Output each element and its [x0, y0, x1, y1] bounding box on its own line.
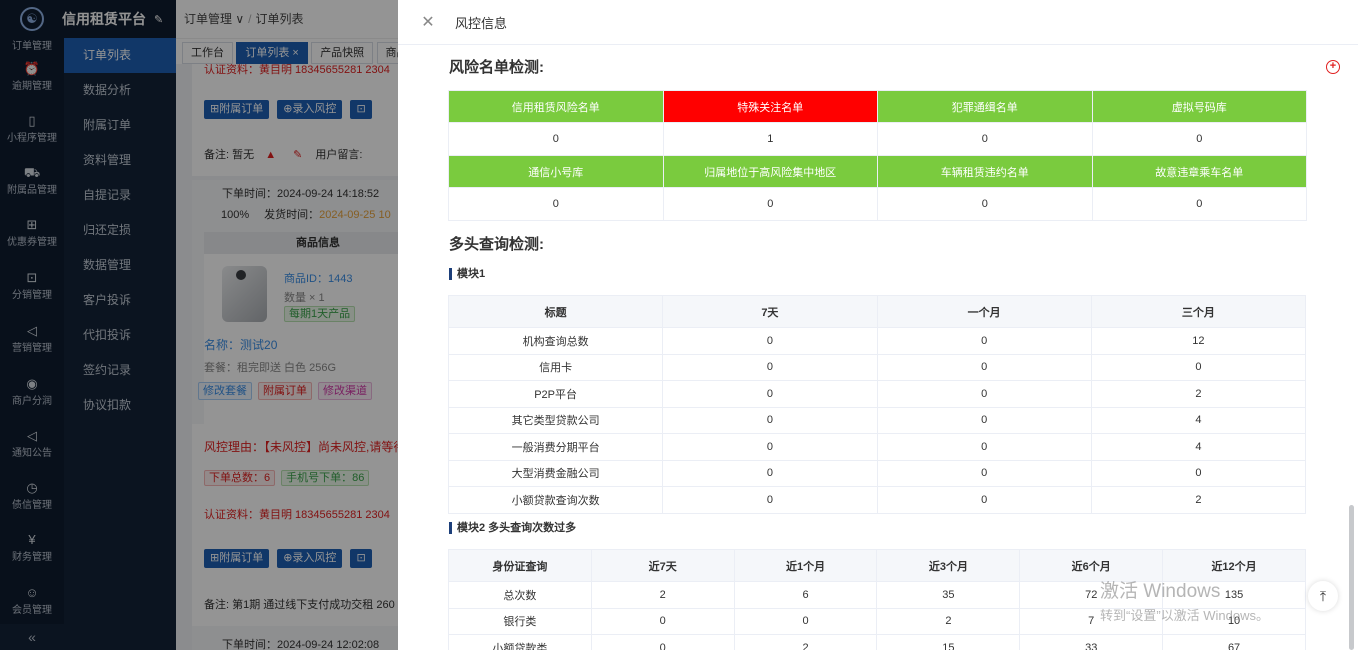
risk-drawer: ✕ 风控信息 风险名单检测: 信用租赁风险名单 特殊关注名单 犯罪通缉名单 虚拟… [398, 0, 1358, 650]
risk-header-cell: 特殊关注名单 [662, 90, 878, 123]
table-cell: 0 [876, 486, 1092, 514]
risk-header-cell: 虚拟号码库 [1091, 90, 1307, 123]
table-cell: 2 [876, 607, 1021, 635]
module2-title: 模块2 多头查询次数过多 [449, 522, 576, 534]
table-header-cell: 近7天 [590, 549, 735, 582]
risk-value-cell: 0 [877, 187, 1093, 221]
table-header-cell: 身份证查询 [448, 549, 592, 582]
table-header-cell: 7天 [662, 295, 878, 328]
table-cell: 一般消费分期平台 [448, 433, 664, 461]
table-cell: 0 [662, 486, 878, 514]
modal-overlay[interactable] [0, 0, 398, 650]
table-cell: 12 [1090, 327, 1307, 355]
risk-header-cell: 归属地位于高风险集中地区 [662, 155, 878, 188]
table-cell: 其它类型贷款公司 [448, 406, 664, 434]
table-cell: 大型消费金融公司 [448, 459, 664, 487]
risk-value-cell: 0 [877, 122, 1093, 156]
table-cell: P2P平台 [448, 380, 664, 408]
table-cell: 机构查询总数 [448, 327, 664, 355]
table-cell: 0 [590, 634, 735, 650]
table-row: 小额贷款查询次数 0 0 2 [448, 486, 1307, 514]
close-icon[interactable]: ✕ [420, 12, 436, 32]
table-cell: 2 [590, 581, 735, 609]
table-cell: 0 [662, 433, 878, 461]
risk-header-cell: 信用租赁风险名单 [448, 90, 664, 123]
drawer-content: 风险名单检测: 信用租赁风险名单 特殊关注名单 犯罪通缉名单 虚拟号码库 0 1… [448, 45, 1308, 650]
table-cell: 0 [662, 327, 878, 355]
table-cell: 4 [1090, 433, 1307, 461]
table-cell: 33 [1019, 634, 1164, 650]
watermark-line2: 转到“设置”以激活 Windows。 [1100, 608, 1270, 623]
multi-query-section-title: 多头查询检测: [449, 236, 544, 253]
table-cell: 2 [733, 634, 878, 650]
risk-list-table: 信用租赁风险名单 特殊关注名单 犯罪通缉名单 虚拟号码库 0 1 0 0 通信小… [448, 90, 1307, 221]
risk-value-cell: 0 [662, 187, 878, 221]
risk-header-cell: 故意违章乘车名单 [1091, 155, 1307, 188]
table-row: P2P平台 0 0 2 [448, 380, 1307, 408]
table-header-cell: 近1个月 [733, 549, 878, 582]
risk-value-cell: 0 [448, 187, 664, 221]
table-cell: 0 [1090, 459, 1307, 487]
back-to-top-icon[interactable]: ⤒ [1308, 581, 1338, 611]
table-cell: 0 [662, 459, 878, 487]
table-header-cell: 近3个月 [876, 549, 1021, 582]
risk-header-cell: 犯罪通缉名单 [877, 90, 1093, 123]
risk-value-cell: 0 [448, 122, 664, 156]
scrollbar[interactable] [1349, 505, 1354, 650]
table-cell: 0 [662, 380, 878, 408]
table-cell: 2 [1090, 380, 1307, 408]
drawer-title: 风控信息 [455, 15, 508, 31]
table-cell: 2 [1090, 486, 1307, 514]
table-row: 信用卡 0 0 0 [448, 353, 1307, 381]
table-cell: 15 [876, 634, 1021, 650]
table-cell: 0 [876, 433, 1092, 461]
table-header-cell: 三个月 [1090, 295, 1307, 328]
table-cell: 0 [876, 327, 1092, 355]
table-row: 小额贷款类 0 2 15 33 67 [448, 634, 1306, 650]
windows-activation-watermark: 激活 Windows 转到“设置”以激活 Windows。 [1100, 576, 1269, 624]
watermark-line1: 激活 Windows [1100, 581, 1221, 602]
table-header-cell: 一个月 [876, 295, 1092, 328]
table-cell: 67 [1162, 634, 1306, 650]
table-cell: 小额贷款类 [448, 634, 592, 650]
table-header-cell: 标题 [448, 295, 664, 328]
risk-value-cell: 1 [662, 122, 878, 156]
risk-value-cell: 0 [1091, 122, 1307, 156]
table-cell: 0 [876, 406, 1092, 434]
table-row: 其它类型贷款公司 0 0 4 [448, 406, 1307, 434]
table-cell: 35 [876, 581, 1021, 609]
table-cell: 0 [662, 353, 878, 381]
table-cell: 银行类 [448, 607, 592, 635]
risk-header-cell: 车辆租赁违约名单 [877, 155, 1093, 188]
table-cell: 0 [1090, 353, 1307, 381]
table-cell: 0 [590, 607, 735, 635]
add-circle-icon[interactable]: + [1326, 60, 1340, 74]
table-row: 机构查询总数 0 0 12 [448, 327, 1307, 355]
risk-value-cell: 0 [1091, 187, 1307, 221]
table-cell: 0 [876, 353, 1092, 381]
module1-title: 模块1 [449, 268, 485, 280]
table-row: 大型消费金融公司 0 0 0 [448, 459, 1307, 487]
risk-section-title: 风险名单检测: [449, 59, 544, 76]
table-cell: 0 [662, 406, 878, 434]
module1-table: 标题 7天 一个月 三个月 机构查询总数 0 0 12 信用卡 0 0 0 P2P平台 0 0 2 其它类型贷… [448, 295, 1307, 514]
risk-header-cell: 通信小号库 [448, 155, 664, 188]
table-cell: 0 [876, 459, 1092, 487]
table-cell: 6 [733, 581, 878, 609]
table-cell: 总次数 [448, 581, 592, 609]
table-cell: 小额贷款查询次数 [448, 486, 664, 514]
table-row: 一般消费分期平台 0 0 4 [448, 433, 1307, 461]
drawer-header: ✕ 风控信息 [398, 0, 1358, 45]
table-cell: 0 [733, 607, 878, 635]
table-cell: 0 [876, 380, 1092, 408]
table-cell: 4 [1090, 406, 1307, 434]
table-cell: 信用卡 [448, 353, 664, 381]
